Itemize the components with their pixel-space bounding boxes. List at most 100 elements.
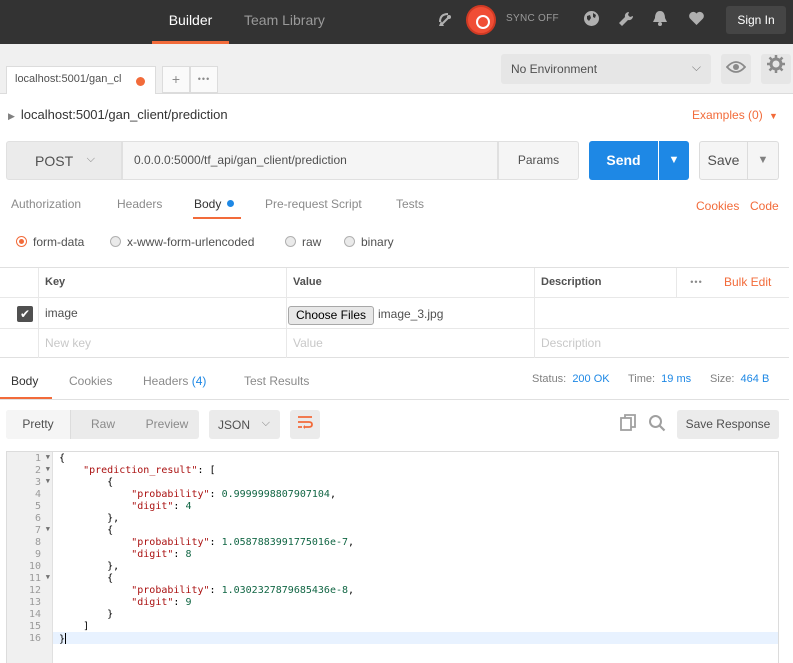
line-number: 10	[28, 561, 41, 572]
unsaved-dot-icon	[136, 77, 145, 86]
new-key-input[interactable]: New key	[38, 329, 286, 358]
json-punctuation: {	[59, 453, 66, 464]
code-line: {	[59, 573, 113, 585]
format-select[interactable]: JSON ⌵	[209, 410, 280, 439]
method-select[interactable]: POST ⌵	[6, 141, 122, 180]
tab-more-button[interactable]: •••	[190, 66, 218, 93]
line-number: 4	[34, 489, 41, 500]
description-cell[interactable]	[534, 298, 789, 328]
body-indicator-dot	[227, 200, 235, 207]
more-icon[interactable]: •••	[676, 268, 716, 297]
code-link[interactable]: Code	[750, 199, 779, 213]
bell-icon[interactable]	[649, 10, 671, 32]
line-number: 13	[28, 597, 41, 608]
eye-icon[interactable]	[721, 54, 751, 84]
line-number-gutter: 1 ▼ 2 ▼ 3 ▼ 4 5 6 7 ▼ 8 9 10 11 ▼ 12 13 14 15 16	[7, 452, 53, 663]
fold-arrow-icon[interactable]: ▼	[46, 465, 50, 473]
radio-form-data[interactable]: form-data	[16, 235, 84, 249]
new-tab-button[interactable]: +	[162, 66, 190, 93]
save-options-button[interactable]: ▼	[748, 141, 779, 180]
nav-builder[interactable]: Builder	[152, 0, 229, 44]
fold-arrow-icon[interactable]: ▼	[46, 453, 50, 461]
tab-pre-request-script[interactable]: Pre-request Script	[265, 197, 362, 211]
gear-icon[interactable]	[761, 54, 791, 84]
line-number: 6	[34, 513, 41, 524]
code-line: {	[59, 477, 113, 489]
json-punctuation: {	[59, 525, 114, 536]
radio-urlencoded-label: x-www-form-urlencoded	[127, 235, 255, 249]
nav-team-library[interactable]: Team Library	[244, 0, 325, 44]
tab-body-label: Body	[194, 197, 222, 211]
fold-arrow-icon[interactable]: ▼	[46, 477, 50, 485]
tab-body[interactable]: Body	[194, 197, 235, 211]
code-line: "digit": 4	[59, 501, 191, 513]
search-icon[interactable]	[646, 414, 668, 436]
bulk-edit-link[interactable]: Bulk Edit	[724, 275, 771, 289]
chevron-down-icon: ⌵	[691, 60, 701, 74]
save-button[interactable]: Save	[699, 141, 748, 180]
request-name[interactable]: ▶ localhost:5001/gan_client/prediction	[8, 107, 228, 122]
code-line: "prediction_result": [	[59, 465, 216, 477]
code-line: }	[59, 609, 113, 621]
send-button[interactable]: Send	[589, 141, 658, 180]
wrench-icon[interactable]	[615, 10, 637, 32]
size-label: Size:	[710, 373, 735, 385]
json-punctuation: :	[209, 489, 222, 500]
status-info: Status: 200 OK	[532, 373, 610, 385]
text-cursor	[65, 633, 67, 644]
tab-authorization[interactable]: Authorization	[11, 197, 81, 211]
globe-icon[interactable]	[580, 10, 602, 32]
tab-tests[interactable]: Tests	[396, 197, 424, 211]
tab-headers[interactable]: Headers	[117, 197, 162, 211]
time-label: Time:	[628, 373, 656, 385]
send-options-button[interactable]: ▼	[659, 141, 689, 180]
line-number: 9	[34, 549, 41, 560]
checkbox-checked-icon[interactable]: ✔	[17, 306, 33, 322]
json-punctuation: :	[209, 585, 222, 596]
response-tab-test-results[interactable]: Test Results	[244, 374, 309, 388]
save-response-button[interactable]: Save Response	[677, 410, 779, 439]
fold-arrow-icon[interactable]: ▼	[46, 525, 50, 533]
radio-raw[interactable]: raw	[285, 235, 321, 249]
view-preview-button[interactable]: Preview	[135, 410, 199, 439]
radio-binary[interactable]: binary	[344, 235, 394, 249]
json-punctuation: }	[59, 609, 114, 620]
heart-icon[interactable]	[685, 10, 707, 32]
response-tab-cookies[interactable]: Cookies	[69, 374, 112, 388]
satellite-icon[interactable]	[435, 10, 457, 32]
code-line: ]	[59, 621, 89, 633]
json-punctuation: :	[173, 501, 186, 512]
response-tab-headers[interactable]: Headers (4)	[143, 374, 206, 388]
code-line: "digit": 9	[59, 597, 191, 609]
params-button[interactable]: Params	[498, 141, 579, 180]
line-number: 12	[28, 585, 41, 596]
request-tab[interactable]: localhost:5001/gan_cl	[6, 66, 156, 94]
key-cell[interactable]: image	[38, 298, 286, 328]
json-punctuation: ]	[59, 621, 90, 632]
choose-files-button[interactable]: Choose Files	[288, 306, 374, 325]
examples-dropdown[interactable]: Examples (0) ▼	[692, 108, 778, 122]
size-info: Size: 464 B	[710, 373, 769, 385]
response-tab-body[interactable]: Body	[11, 374, 38, 388]
radio-urlencoded[interactable]: x-www-form-urlencoded	[110, 235, 254, 249]
copy-icon[interactable]	[617, 414, 639, 436]
environment-value: No Environment	[511, 62, 598, 76]
json-value: 8	[185, 549, 192, 560]
new-value-input[interactable]: Value	[286, 329, 534, 358]
line-number: 16	[28, 633, 41, 644]
json-punctuation: : [	[197, 465, 216, 476]
view-raw-button[interactable]: Raw	[71, 410, 135, 439]
status-value: 200 OK	[572, 373, 610, 385]
response-body-editor[interactable]: 1 ▼ 2 ▼ 3 ▼ 4 5 6 7 ▼ 8 9 10 11 ▼ 12 13 14 15 16 { "predicti…	[6, 451, 779, 663]
new-description-input[interactable]: Description	[534, 329, 789, 358]
environment-select[interactable]: No Environment ⌵	[501, 54, 711, 84]
code-line: "probability": 0.9999998807907104,	[59, 489, 336, 501]
chevron-down-icon: ⌵	[86, 153, 95, 165]
view-pretty-button[interactable]: Pretty	[6, 410, 71, 439]
cookies-link[interactable]: Cookies	[696, 199, 739, 213]
fold-arrow-icon[interactable]: ▼	[46, 573, 50, 581]
sign-in-button[interactable]: Sign In	[726, 6, 786, 34]
wrap-lines-icon[interactable]	[290, 410, 320, 439]
sync-icon[interactable]	[466, 5, 496, 35]
url-input[interactable]: 0.0.0.0:5000/tf_api/gan_client/predictio…	[122, 141, 498, 180]
